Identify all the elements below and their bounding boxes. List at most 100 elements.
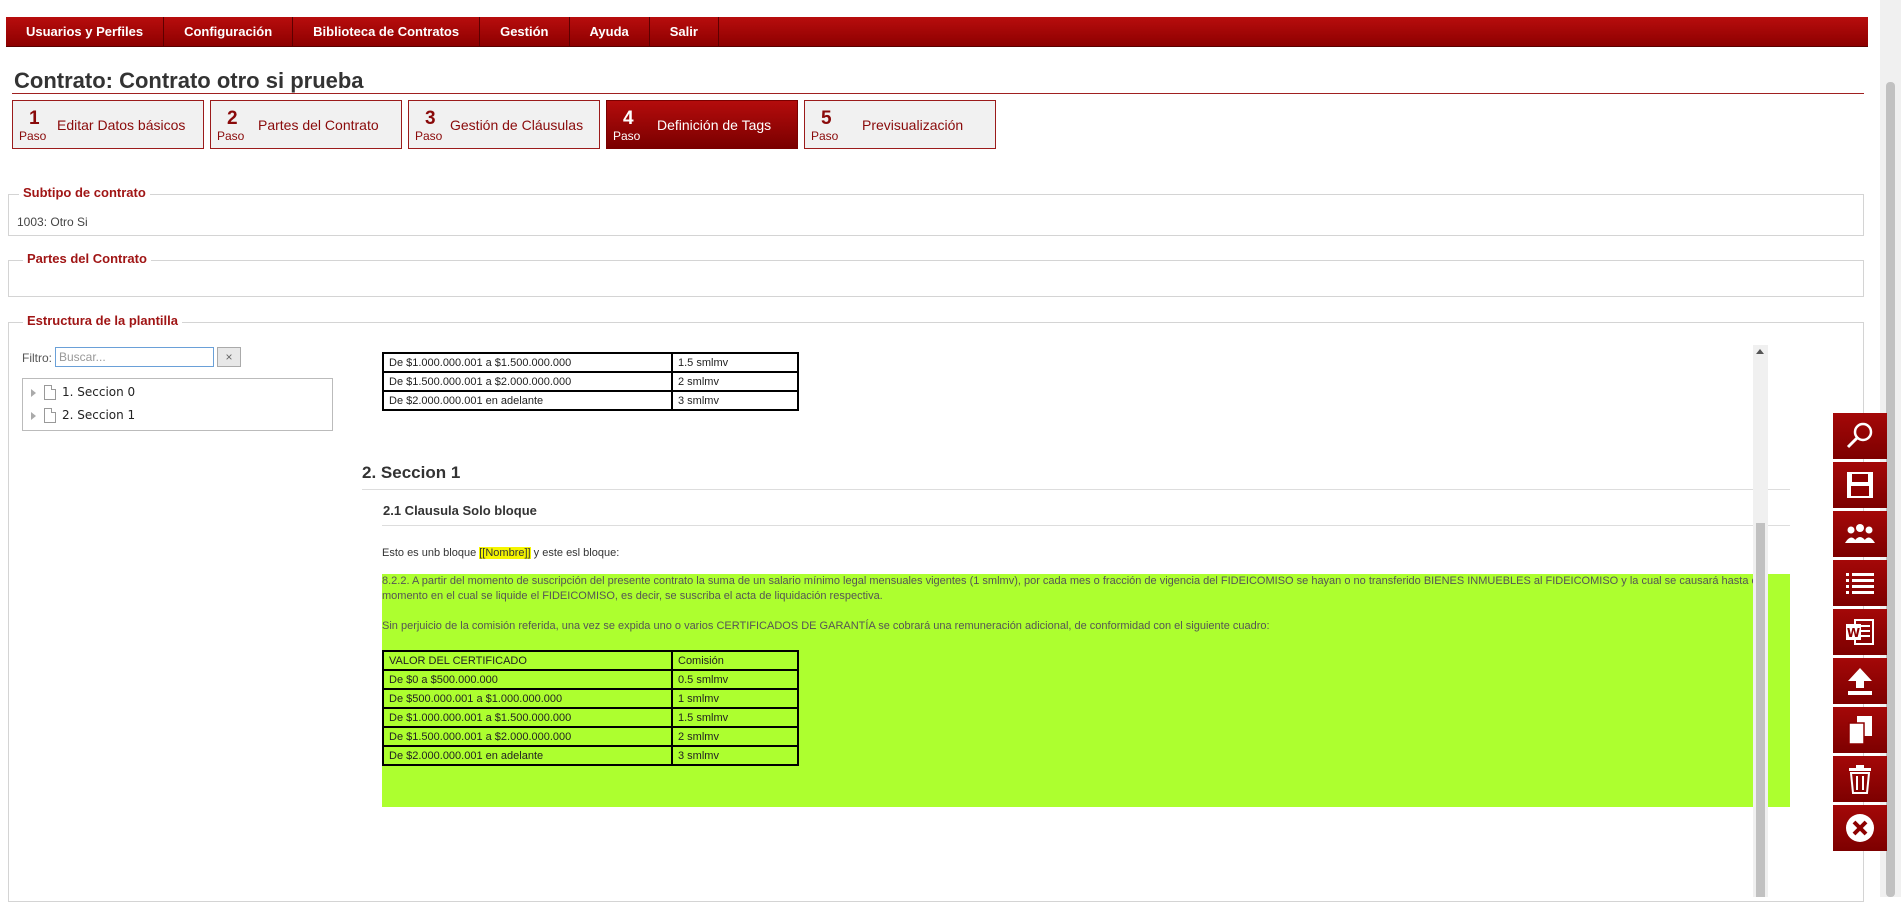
close-button[interactable] xyxy=(1833,805,1887,851)
table-cell: De $0 a $500.000.000 xyxy=(382,669,673,690)
paragraph-2: Sin perjuicio de la comisión referida, u… xyxy=(382,620,1270,632)
certificate-table: VALOR DEL CERTIFICADO Comisión De $0 a $5… xyxy=(382,650,799,766)
scroll-up-icon[interactable] xyxy=(1756,349,1764,354)
table-cell: 3 smlmv xyxy=(671,745,799,766)
table-cell: 3 smlmv xyxy=(671,390,799,411)
step-number: 2 xyxy=(227,108,238,129)
action-toolbar: W xyxy=(1833,413,1887,854)
table-cell: 0.5 smlmv xyxy=(671,669,799,690)
filter-clear-button[interactable]: × xyxy=(217,347,241,367)
step-label: Partes del Contrato xyxy=(258,117,379,133)
delete-button[interactable] xyxy=(1833,756,1887,802)
table-cell: 2 smlmv xyxy=(671,726,799,747)
step-2[interactable]: 2 Paso Partes del Contrato xyxy=(210,100,402,149)
menu-ayuda[interactable]: Ayuda xyxy=(570,17,650,46)
clause-divider xyxy=(382,525,1790,526)
filter-label: Filtro: xyxy=(22,351,52,365)
top-table: De $1.000.000.001 a $1.500.000.000 1.5 sm… xyxy=(382,352,799,411)
document-icon xyxy=(44,408,56,423)
subtipo-legend: Subtipo de contrato xyxy=(19,185,150,200)
step-4[interactable]: 4 Paso Definición de Tags xyxy=(606,100,798,149)
table-cell: De $2.000.000.001 en adelante xyxy=(382,745,673,766)
menu-salir[interactable]: Salir xyxy=(650,17,719,46)
step-paso: Paso xyxy=(19,129,47,143)
document-icon xyxy=(44,385,56,400)
page-title: Contrato: Contrato otro si prueba xyxy=(14,68,364,93)
filter-input[interactable] xyxy=(55,347,214,367)
partes-legend: Partes del Contrato xyxy=(23,251,151,266)
section-divider xyxy=(362,489,1790,490)
step-paso: Paso xyxy=(811,129,839,143)
upload-icon xyxy=(1848,668,1872,695)
parties-button[interactable] xyxy=(1833,511,1887,557)
close-icon xyxy=(1846,814,1874,842)
tree-node-label: 1. Seccion 0 xyxy=(62,385,136,399)
copy-button[interactable] xyxy=(1833,707,1887,753)
table-row: De $2.000.000.001 en adelante 3 smlmv xyxy=(382,745,799,766)
preview-scrollbar[interactable] xyxy=(1753,345,1768,897)
block-text-after: y este esl bloque: xyxy=(530,547,620,559)
svg-text:W: W xyxy=(1847,626,1860,640)
highlighted-block[interactable]: 8.2.2. A partir del momento de suscripci… xyxy=(382,574,1790,807)
table-row: VALOR DEL CERTIFICADO Comisión xyxy=(382,650,799,671)
menu-usuarios[interactable]: Usuarios y Perfiles xyxy=(6,17,165,46)
word-icon: W xyxy=(1846,619,1874,645)
table-row: De $1.000.000.001 a $1.500.000.000 1.5 sm… xyxy=(382,352,799,373)
step-1[interactable]: 1 Paso Editar Datos básicos xyxy=(12,100,204,149)
list-button[interactable] xyxy=(1833,560,1887,606)
clause-title: 2.1 Clausula Solo bloque xyxy=(383,503,537,518)
paragraph-1: 8.2.2. A partir del momento de suscripci… xyxy=(382,575,1761,602)
table-cell: 2 smlmv xyxy=(671,371,799,392)
users-icon xyxy=(1845,524,1875,543)
step-3[interactable]: 3 Paso Gestión de Cláusulas xyxy=(408,100,600,149)
document-preview: De $1.000.000.001 a $1.500.000.000 1.5 sm… xyxy=(362,345,1790,897)
save-icon xyxy=(1847,472,1873,498)
block-text: Esto es unb bloque [[Nombre]] y este esl… xyxy=(382,547,619,559)
trash-icon xyxy=(1849,765,1871,794)
expand-icon[interactable] xyxy=(31,411,36,420)
search-button[interactable] xyxy=(1833,413,1887,459)
table-cell: 1.5 smlmv xyxy=(671,707,799,728)
step-paso: Paso xyxy=(415,129,443,143)
upload-button[interactable] xyxy=(1833,658,1887,704)
subtipo-value: 1003: Otro Si xyxy=(17,215,88,229)
title-divider xyxy=(12,93,1864,94)
table-cell: 1 smlmv xyxy=(671,688,799,709)
table-row: De $0 a $500.000.000 0.5 smlmv xyxy=(382,669,799,690)
template-tree: 1. Seccion 0 2. Seccion 1 xyxy=(22,378,333,431)
page-scrollbar-thumb[interactable] xyxy=(1886,82,1895,897)
table-cell: De $1.500.000.001 a $2.000.000.000 xyxy=(382,371,673,392)
step-number: 3 xyxy=(425,108,436,129)
save-button[interactable] xyxy=(1833,462,1887,508)
table-cell: De $1.000.000.001 a $1.500.000.000 xyxy=(382,352,673,373)
expand-icon[interactable] xyxy=(31,388,36,397)
step-5[interactable]: 5 Paso Previsualización xyxy=(804,100,996,149)
export-word-button[interactable]: W xyxy=(1833,609,1887,655)
table-cell: De $500.000.001 a $1.000.000.000 xyxy=(382,688,673,709)
menu-configuracion[interactable]: Configuración xyxy=(164,17,294,46)
search-icon xyxy=(1846,422,1873,449)
table-cell: De $1.000.000.001 a $1.500.000.000 xyxy=(382,707,673,728)
tree-node-seccion-0[interactable]: 1. Seccion 0 xyxy=(31,385,135,403)
menu-gestion[interactable]: Gestión xyxy=(480,17,570,46)
step-paso: Paso xyxy=(217,129,245,143)
menu-biblioteca[interactable]: Biblioteca de Contratos xyxy=(293,17,481,46)
tag-highlight[interactable]: [[Nombre]] xyxy=(479,547,531,559)
preview-scrollbar-thumb[interactable] xyxy=(1756,523,1765,897)
section-title: 2. Seccion 1 xyxy=(362,463,461,482)
tree-node-seccion-1[interactable]: 2. Seccion 1 xyxy=(31,408,135,426)
block-text-before: Esto es unb bloque xyxy=(382,547,480,559)
table-cell: 1.5 smlmv xyxy=(671,352,799,373)
partes-fieldset: Partes del Contrato xyxy=(8,251,1864,297)
step-label: Previsualización xyxy=(862,117,964,133)
step-number: 4 xyxy=(623,108,634,129)
step-label: Gestión de Cláusulas xyxy=(450,117,584,133)
estructura-legend: Estructura de la plantilla xyxy=(23,313,182,328)
top-menu: Usuarios y Perfiles Configuración Biblio… xyxy=(6,17,1868,47)
step-number: 1 xyxy=(29,108,40,129)
subtipo-fieldset: Subtipo de contrato 1003: Otro Si xyxy=(8,185,1864,236)
list-icon xyxy=(1846,573,1874,594)
table-row: De $1.500.000.001 a $2.000.000.000 2 smlm… xyxy=(382,726,799,747)
table-row: De $500.000.001 a $1.000.000.000 1 smlmv xyxy=(382,688,799,709)
step-label: Editar Datos básicos xyxy=(57,117,186,133)
